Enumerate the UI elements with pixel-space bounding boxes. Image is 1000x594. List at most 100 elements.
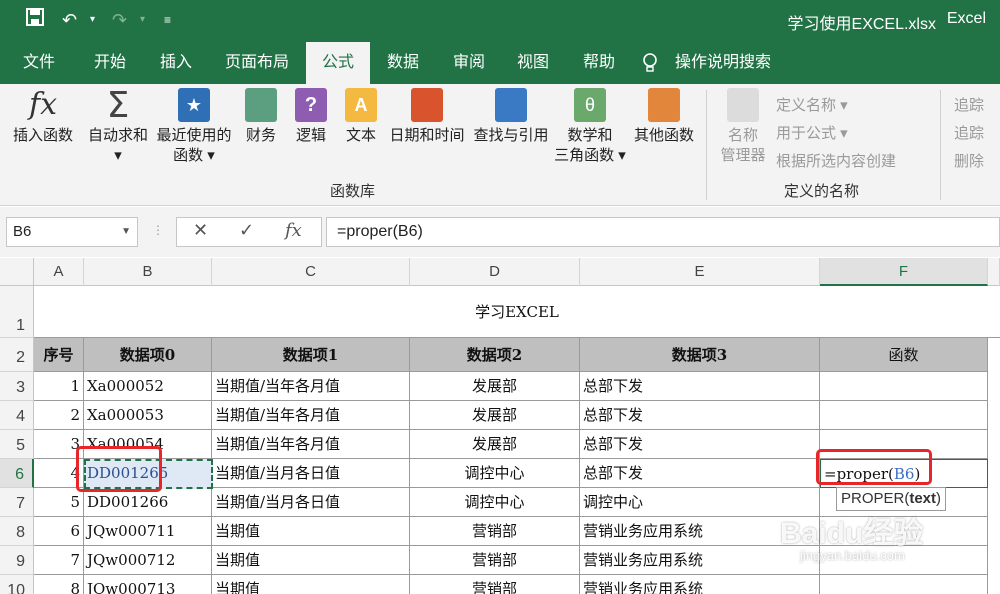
- cell-item3-row4[interactable]: 总部下发: [580, 401, 820, 430]
- cell-item0-row7[interactable]: DD001266: [84, 488, 212, 517]
- tab-view[interactable]: 视图: [504, 42, 562, 84]
- remove-arrows-button[interactable]: 删除: [954, 150, 984, 171]
- cell-item2-row6[interactable]: 调控中心: [410, 459, 580, 488]
- tab-help[interactable]: 帮助: [570, 42, 628, 84]
- tab-formulas[interactable]: 公式: [306, 42, 370, 84]
- cell-seq-row9[interactable]: 7: [34, 546, 84, 575]
- cell-item3-row10[interactable]: 营销业务应用系统: [580, 575, 820, 594]
- cell-item1-row6[interactable]: 当期值/当月各日值: [212, 459, 410, 488]
- tab-page-layout[interactable]: 页面布局: [214, 42, 300, 84]
- header-cell-item0[interactable]: 数据项0: [84, 338, 212, 372]
- sheet-title-cell[interactable]: 学习EXCEL: [34, 286, 1000, 338]
- cell-item1-row9[interactable]: 当期值: [212, 546, 410, 575]
- row-header-7[interactable]: 7: [0, 488, 34, 517]
- select-all-corner[interactable]: [0, 258, 34, 286]
- redo-dropdown-icon[interactable]: ▾: [140, 8, 145, 32]
- row-header-6[interactable]: 6: [0, 459, 34, 488]
- undo-dropdown-icon[interactable]: ▾: [90, 8, 95, 32]
- cell-item1-row8[interactable]: 当期值: [212, 517, 410, 546]
- tab-file[interactable]: 文件: [10, 42, 68, 84]
- row-header-4[interactable]: 4: [0, 401, 34, 430]
- cell-item2-row5[interactable]: 发展部: [410, 430, 580, 459]
- cell-item0-row4[interactable]: Xa000053: [84, 401, 212, 430]
- cell-item0-row9[interactable]: JQw000712: [84, 546, 212, 575]
- cell-item1-row4[interactable]: 当期值/当年各月值: [212, 401, 410, 430]
- cell-item2-row7[interactable]: 调控中心: [410, 488, 580, 517]
- header-cell-item1[interactable]: 数据项1: [212, 338, 410, 372]
- cell-seq-row10[interactable]: 8: [34, 575, 84, 594]
- insert-function-button[interactable]: fx 插入函数: [8, 88, 78, 146]
- col-header-f[interactable]: F: [820, 258, 988, 286]
- cell-item1-row10[interactable]: 当期值: [212, 575, 410, 594]
- math-trig-button[interactable]: θ 数学和 三角函数 ▾: [552, 88, 628, 166]
- formula-input[interactable]: =proper(B6): [326, 217, 1000, 247]
- row-header-1[interactable]: 1: [0, 286, 34, 338]
- row-header-8[interactable]: 8: [0, 517, 34, 546]
- cell-function-row10[interactable]: [820, 575, 988, 594]
- col-header-e[interactable]: E: [580, 258, 820, 286]
- row-header-3[interactable]: 3: [0, 372, 34, 401]
- tab-data[interactable]: 数据: [374, 42, 432, 84]
- cell-item0-row3[interactable]: Xa000052: [84, 372, 212, 401]
- lookup-reference-button[interactable]: 查找与引用: [470, 88, 552, 146]
- row-header-5[interactable]: 5: [0, 430, 34, 459]
- save-icon[interactable]: [26, 8, 44, 32]
- header-cell-function[interactable]: 函数: [820, 338, 988, 372]
- header-cell-item3[interactable]: 数据项3: [580, 338, 820, 372]
- cell-item3-row5[interactable]: 总部下发: [580, 430, 820, 459]
- cell-seq-row3[interactable]: 1: [34, 372, 84, 401]
- header-cell-item2[interactable]: 数据项2: [410, 338, 580, 372]
- tab-review[interactable]: 审阅: [440, 42, 498, 84]
- row-header-10[interactable]: 10: [0, 575, 34, 594]
- customize-quick-access-icon[interactable]: ≡: [164, 8, 171, 32]
- tell-me-search[interactable]: 操作说明搜索: [668, 42, 778, 84]
- cell-item0-row10[interactable]: JQw000713: [84, 575, 212, 594]
- cell-seq-row8[interactable]: 6: [34, 517, 84, 546]
- trace-precedents-button[interactable]: 追踪: [954, 94, 984, 115]
- cell-item2-row3[interactable]: 发展部: [410, 372, 580, 401]
- name-box[interactable]: B6 ▼: [6, 217, 138, 247]
- cell-item2-row9[interactable]: 营销部: [410, 546, 580, 575]
- create-from-selection-button[interactable]: 根据所选内容创建: [776, 150, 896, 171]
- splitter-dots-icon[interactable]: ⋮: [152, 223, 164, 237]
- row-header-9[interactable]: 9: [0, 546, 34, 575]
- cancel-icon[interactable]: ✕: [193, 220, 208, 241]
- use-in-formula-button[interactable]: 用于公式 ▾: [776, 122, 848, 143]
- financial-button[interactable]: 财务: [240, 88, 282, 146]
- enter-check-icon[interactable]: ✓: [239, 220, 254, 241]
- define-name-button[interactable]: 定义名称 ▾: [776, 94, 848, 115]
- col-header-a[interactable]: A: [34, 258, 84, 286]
- more-functions-button[interactable]: 其他函数: [630, 88, 698, 146]
- cell-item3-row3[interactable]: 总部下发: [580, 372, 820, 401]
- col-header-b[interactable]: B: [84, 258, 212, 286]
- cell-item3-row6[interactable]: 总部下发: [580, 459, 820, 488]
- trace-dependents-button[interactable]: 追踪: [954, 122, 984, 143]
- tab-insert[interactable]: 插入: [146, 42, 206, 84]
- logical-button[interactable]: ? 逻辑: [290, 88, 332, 146]
- cell-item0-row8[interactable]: JQw000711: [84, 517, 212, 546]
- row-header-2[interactable]: 2: [0, 338, 34, 372]
- col-header-g[interactable]: [988, 258, 1000, 286]
- header-cell-seq[interactable]: 序号: [34, 338, 84, 372]
- cell-item1-row7[interactable]: 当期值/当月各日值: [212, 488, 410, 517]
- cell-item1-row3[interactable]: 当期值/当年各月值: [212, 372, 410, 401]
- cell-seq-row7[interactable]: 5: [34, 488, 84, 517]
- date-time-button[interactable]: 日期和时间: [386, 88, 468, 146]
- undo-icon[interactable]: ↶: [62, 8, 77, 32]
- autosum-button[interactable]: Σ 自动求和 ▾: [84, 88, 152, 166]
- cell-item1-row5[interactable]: 当期值/当年各月值: [212, 430, 410, 459]
- recently-used-button[interactable]: ★ 最近使用的 函数 ▾: [152, 88, 236, 166]
- redo-icon[interactable]: ↷: [112, 8, 127, 32]
- tab-home[interactable]: 开始: [80, 42, 140, 84]
- cell-seq-row4[interactable]: 2: [34, 401, 84, 430]
- cell-item2-row4[interactable]: 发展部: [410, 401, 580, 430]
- cell-function-row3[interactable]: [820, 372, 988, 401]
- insert-function-fx-icon[interactable]: fx: [285, 220, 302, 241]
- chevron-down-icon[interactable]: ▼: [121, 218, 131, 246]
- col-header-d[interactable]: D: [410, 258, 580, 286]
- text-button[interactable]: A 文本: [340, 88, 382, 146]
- cell-item2-row10[interactable]: 营销部: [410, 575, 580, 594]
- name-manager-button[interactable]: 名称 管理器: [716, 88, 770, 166]
- cell-item2-row8[interactable]: 营销部: [410, 517, 580, 546]
- col-header-c[interactable]: C: [212, 258, 410, 286]
